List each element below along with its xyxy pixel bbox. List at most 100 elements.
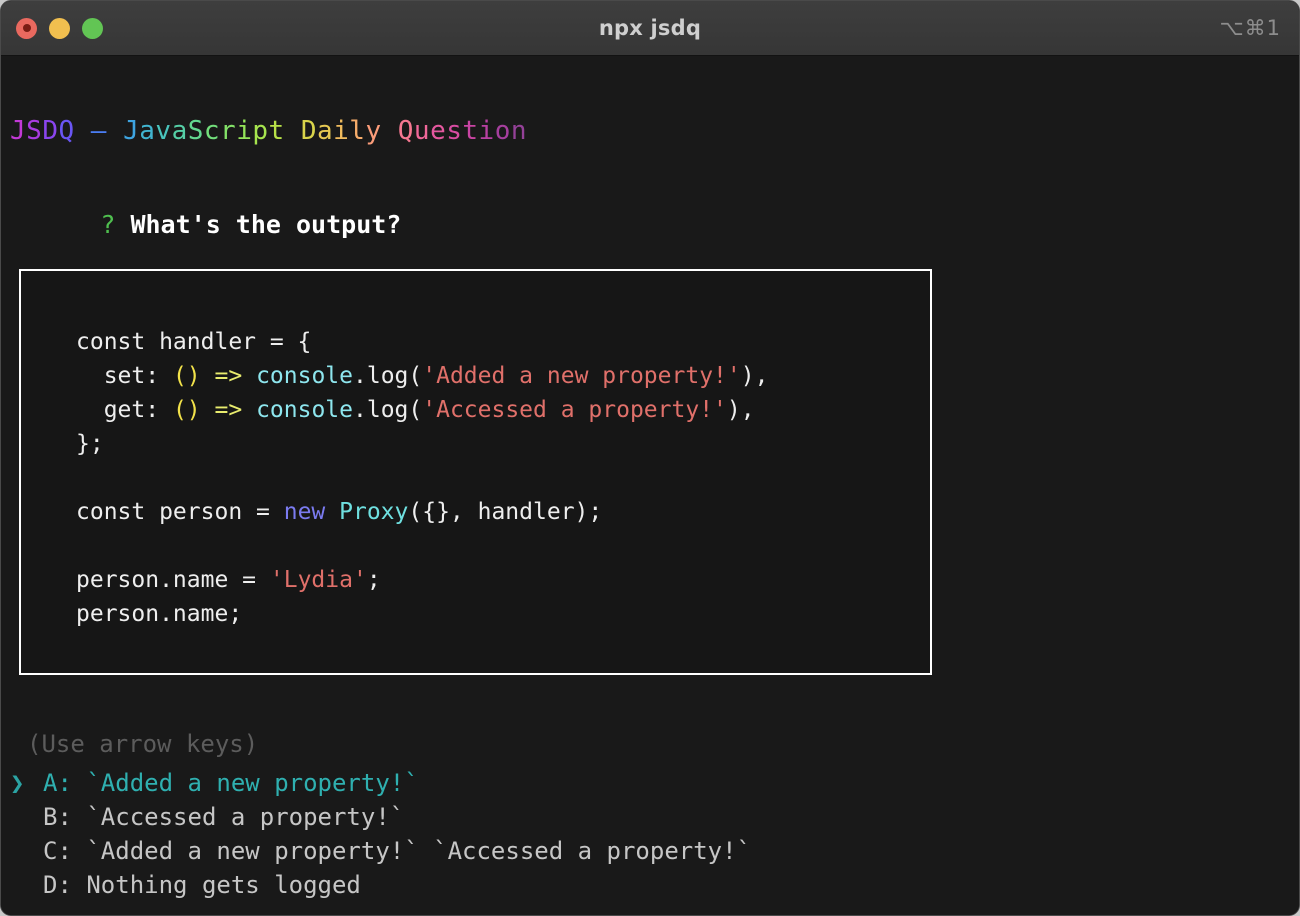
code-token-plain: .log( [353, 397, 423, 423]
banner-char: p [252, 116, 269, 146]
window-title: npx jsdq [598, 16, 702, 40]
code-token-arrow: => [214, 363, 243, 389]
banner-char: s [446, 116, 463, 146]
code-token-plain: const person = [76, 499, 284, 525]
arrow-keys-hint: (Use arrow keys) [27, 730, 259, 758]
answer-option-b[interactable]: ❯B: `Accessed a property!` [10, 800, 751, 834]
banner-char: l [349, 116, 366, 146]
banner-char: J [10, 116, 27, 146]
banner-char: o [494, 116, 511, 146]
code-token-cls: Proxy [339, 499, 409, 525]
banner-char: i [478, 116, 495, 146]
code-line: }; [76, 427, 768, 461]
answer-options-list[interactable]: ❯A: `Added a new property!`❯B: `Accessed… [10, 766, 751, 902]
code-token-obj: console [256, 397, 353, 423]
traffic-light-group [16, 17, 103, 39]
banner-char: i [333, 116, 350, 146]
answer-option-c[interactable]: ❯C: `Added a new property!` `Accessed a … [10, 834, 751, 868]
banner-char [382, 116, 398, 146]
banner-char: u [413, 116, 431, 146]
answer-option-label: D: Nothing gets logged [43, 871, 361, 899]
banner-char: J [123, 116, 140, 146]
banner-char: t [462, 116, 479, 146]
banner-char [285, 116, 301, 146]
code-content: const handler = { set: () => console.log… [76, 325, 768, 631]
code-token-str: 'Added a new property!' [422, 363, 741, 389]
banner-char: e [430, 116, 447, 146]
code-token-str: 'Accessed a property!' [422, 397, 727, 423]
code-token-paren: () [172, 397, 201, 423]
code-token-plain: person.name = [76, 567, 270, 593]
code-line: person.name = 'Lydia'; [76, 563, 768, 597]
code-token-plain: .log( [353, 363, 423, 389]
selection-pointer-icon: ❯ [10, 868, 43, 902]
close-button[interactable] [16, 17, 37, 39]
terminal-window: npx jsdq ⌥⌘1 JSDQ — JavaScript Daily Que… [0, 0, 1300, 916]
selection-pointer-icon: ❯ [10, 769, 25, 797]
banner-char: S [187, 116, 204, 146]
selection-pointer-icon: ❯ [10, 834, 43, 868]
code-token-obj: console [256, 363, 353, 389]
answer-option-d[interactable]: ❯D: Nothing gets logged [10, 868, 751, 902]
code-line: const handler = { [76, 325, 768, 359]
window-titlebar: npx jsdq ⌥⌘1 [1, 1, 1299, 56]
code-block: const handler = { set: () => console.log… [19, 269, 932, 675]
close-icon [22, 24, 31, 32]
question-text: What's the output? [130, 210, 402, 239]
answer-option-a[interactable]: ❯ A: `Added a new property!` [10, 766, 751, 800]
code-token-str: 'Lydia' [269, 567, 367, 593]
code-token-plain: person.name; [76, 601, 243, 627]
banner-char: y [365, 116, 382, 146]
code-token-arrow: => [214, 397, 243, 423]
banner-char: r [220, 116, 237, 146]
banner-char: a [316, 116, 334, 146]
code-token-plain: ), [726, 397, 755, 423]
minimize-button[interactable] [49, 17, 70, 39]
banner-char: t [268, 116, 285, 146]
banner-char: c [203, 116, 221, 146]
banner-char [75, 116, 91, 146]
window-shortcut-label: ⌥⌘1 [1219, 16, 1281, 40]
banner-char: D [300, 116, 317, 146]
code-token-plain: ({}, handler); [408, 499, 603, 525]
banner-char: i [236, 116, 253, 146]
code-token-kw: new [283, 499, 326, 525]
code-token-paren: () [172, 363, 201, 389]
banner-char: — [90, 116, 107, 146]
banner-char: n [510, 116, 527, 146]
code-line: set: () => console.log('Added a new prop… [76, 359, 769, 393]
code-token-plain: }; [76, 431, 104, 457]
code-token-plain: ; [366, 567, 381, 593]
banner-char [107, 116, 123, 146]
answer-option-label: C: `Added a new property!` `Accessed a p… [43, 837, 752, 865]
code-line: const person = new Proxy({}, handler); [76, 495, 768, 529]
app-banner: JSDQ — JavaScript Daily Question [10, 118, 527, 144]
question-marker-icon: ? [100, 210, 116, 239]
code-token-plain: set: [76, 363, 173, 389]
banner-char: S [26, 116, 43, 146]
answer-option-label: B: `Accessed a property!` [43, 803, 405, 831]
code-line: person.name; [76, 597, 768, 631]
banner-char: Q [397, 116, 414, 146]
maximize-button[interactable] [82, 17, 103, 39]
banner-char: v [155, 116, 172, 146]
terminal-content[interactable]: JSDQ — JavaScript Daily Question ? What'… [1, 56, 1299, 915]
question-line: ? What's the output? [10, 187, 401, 262]
banner-char: Q [58, 116, 75, 146]
selection-pointer-icon: ❯ [10, 800, 43, 834]
code-token-plain: const handler = { [76, 329, 312, 355]
banner-char: a [171, 116, 188, 146]
banner-char: a [139, 116, 156, 146]
banner-char: D [42, 116, 59, 146]
code-line: get: () => console.log('Accessed a prope… [76, 393, 768, 427]
code-token-plain: ), [740, 363, 769, 389]
answer-option-label: A: `Added a new property!` [43, 769, 419, 797]
code-token-plain: get: [76, 397, 173, 423]
